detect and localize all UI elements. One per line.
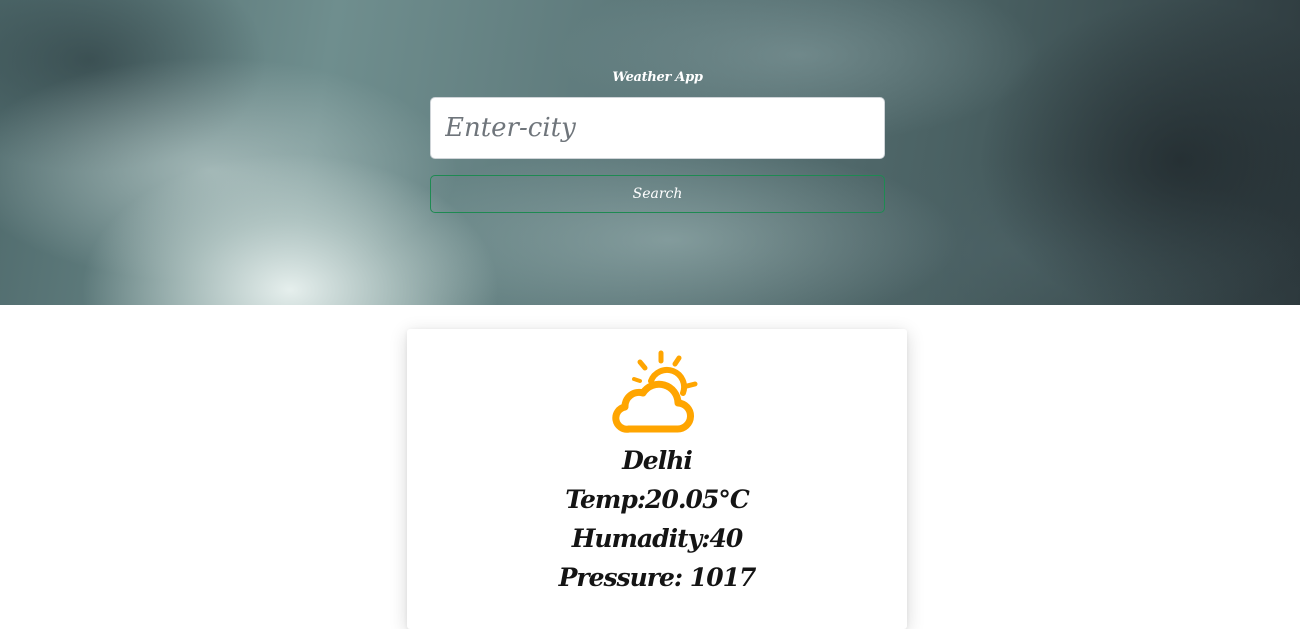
pressure-value: Pressure: 1017 <box>558 563 757 592</box>
weather-card: Delhi Temp:20.05°C Humadity:40 Pressure:… <box>407 329 907 629</box>
temperature-value: Temp:20.05°C <box>565 485 749 514</box>
hero-banner: Weather App Search <box>0 0 1300 305</box>
city-name: Delhi <box>622 446 693 475</box>
search-button[interactable]: Search <box>430 175 885 213</box>
app-title: Weather App <box>612 70 703 85</box>
humidity-value: Humadity:40 <box>571 524 744 553</box>
partly-cloudy-icon <box>612 350 698 433</box>
city-search-input[interactable] <box>430 97 885 159</box>
